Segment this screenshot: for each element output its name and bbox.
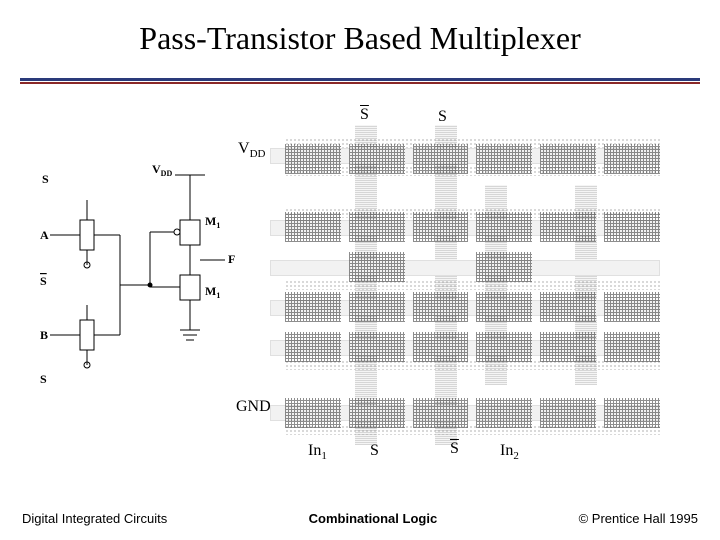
footer-right: © Prentice Hall 1995 bbox=[579, 511, 698, 526]
label-s-bl: S bbox=[370, 442, 379, 460]
svg-text:F: F bbox=[228, 252, 235, 266]
svg-text:VDD: VDD bbox=[152, 165, 172, 178]
svg-text:S: S bbox=[42, 172, 49, 186]
label-gnd: GND bbox=[236, 398, 271, 416]
svg-text:B: B bbox=[40, 328, 48, 342]
label-sbar-bot: S bbox=[450, 440, 459, 458]
divider bbox=[20, 78, 700, 84]
svg-text:S: S bbox=[40, 274, 47, 288]
footer-left: Digital Integrated Circuits bbox=[22, 511, 167, 526]
slide-title: Pass-Transistor Based Multiplexer bbox=[0, 20, 720, 57]
label-s-top: S bbox=[438, 108, 447, 126]
svg-text:A: A bbox=[40, 228, 49, 242]
label-vdd: VDD bbox=[238, 140, 265, 160]
slide: Pass-Transistor Based Multiplexer S S VD… bbox=[0, 0, 720, 540]
svg-text:M1: M1 bbox=[205, 284, 220, 300]
label-in2: In2 bbox=[500, 442, 519, 462]
label-in1: In1 bbox=[308, 442, 327, 462]
schematic: S A B S S VDD M1 M1 F bbox=[40, 165, 240, 425]
svg-text:M1: M1 bbox=[205, 214, 220, 230]
layout-view bbox=[270, 130, 660, 440]
footer-center: Combinational Logic bbox=[309, 511, 438, 526]
svg-text:S: S bbox=[40, 372, 47, 386]
footer: Digital Integrated Circuits Combinationa… bbox=[22, 511, 698, 526]
label-sbar-top: S bbox=[360, 106, 369, 124]
